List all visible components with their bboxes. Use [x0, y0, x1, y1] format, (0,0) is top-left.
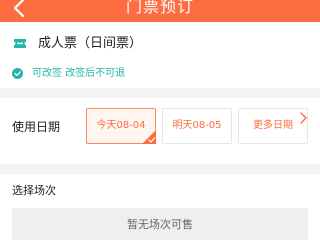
session-selection-card: 选择场次 暂无场次可售 [0, 174, 320, 240]
chevron-right-icon [300, 112, 307, 124]
session-label: 选择场次 [12, 184, 56, 197]
ticket-type-name: 成人票（日间票） [38, 36, 143, 51]
use-date-label: 使用日期 [12, 120, 61, 134]
page-title: 门票预订 [125, 0, 194, 16]
date-option-more[interactable]: 更多日期 [238, 108, 308, 144]
date-option-today[interactable]: 今天08-04 [86, 108, 156, 144]
no-session-placeholder: 暂无场次可售 [12, 208, 308, 240]
refund-policy-text: 可改签 改签后不可退 [32, 68, 126, 79]
check-circle-icon [12, 68, 23, 79]
date-option-tomorrow[interactable]: 明天08-05 [162, 108, 232, 144]
date-option-label: 今天08-04 [96, 120, 146, 131]
header-bar: 门票预订 [0, 0, 320, 22]
selected-check-icon [142, 130, 156, 144]
date-option-label: 明天08-05 [172, 120, 222, 131]
ticket-info-card: 成人票（日间票） 可改签 改签后不可退 [0, 22, 320, 88]
ticket-icon [14, 39, 26, 48]
date-option-label: 更多日期 [253, 120, 293, 131]
date-selection-card: 使用日期 今天08-04 明天08-05 更多日期 [0, 98, 320, 164]
